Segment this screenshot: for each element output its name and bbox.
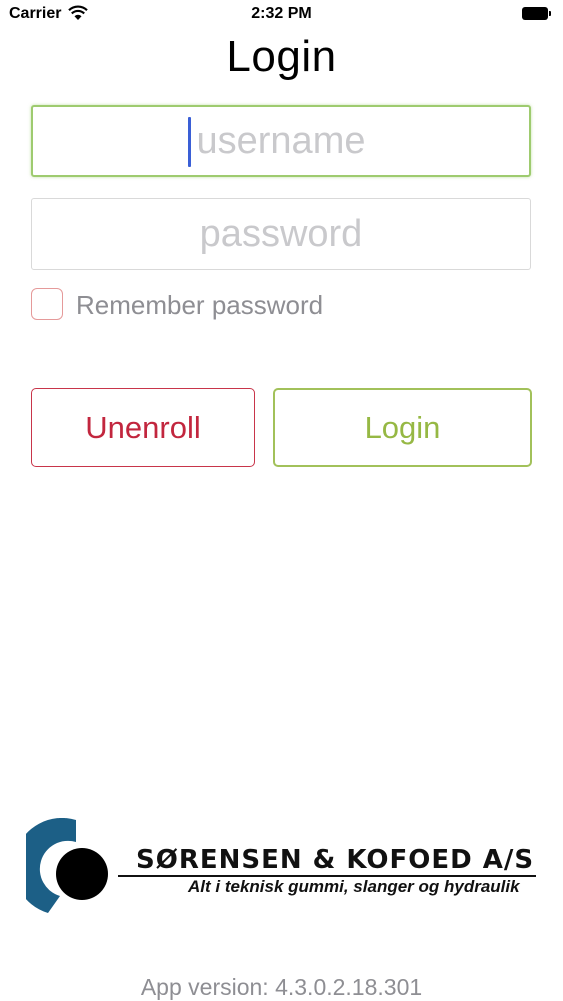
unenroll-button[interactable]: Unenroll: [31, 388, 255, 467]
text-caret: [188, 117, 191, 167]
page-title: Login: [226, 32, 337, 81]
username-input[interactable]: [33, 107, 529, 175]
battery-body: [522, 7, 548, 20]
remember-password-checkbox[interactable]: [31, 288, 63, 320]
password-field[interactable]: [31, 198, 531, 270]
status-time: 2:32 PM: [251, 5, 312, 22]
battery-icon: [522, 7, 551, 20]
logo-mark-icon: [26, 818, 108, 913]
company-logo: SØRENSEN & KOFOED A/S Alt i teknisk gumm…: [26, 818, 538, 918]
login-button[interactable]: Login: [273, 388, 532, 467]
username-field[interactable]: [31, 105, 531, 177]
password-input[interactable]: [32, 199, 530, 269]
remember-password-label[interactable]: Remember password: [76, 290, 323, 321]
battery-tip: [549, 11, 551, 16]
company-name: SØRENSEN & KOFOED A/S: [136, 845, 535, 875]
app-version: App version: 4.3.0.2.18.301: [140, 974, 423, 1000]
status-bar: Carrier 2:32 PM: [0, 0, 563, 30]
company-tagline: Alt i teknisk gummi, slanger og hydrauli…: [188, 877, 520, 896]
